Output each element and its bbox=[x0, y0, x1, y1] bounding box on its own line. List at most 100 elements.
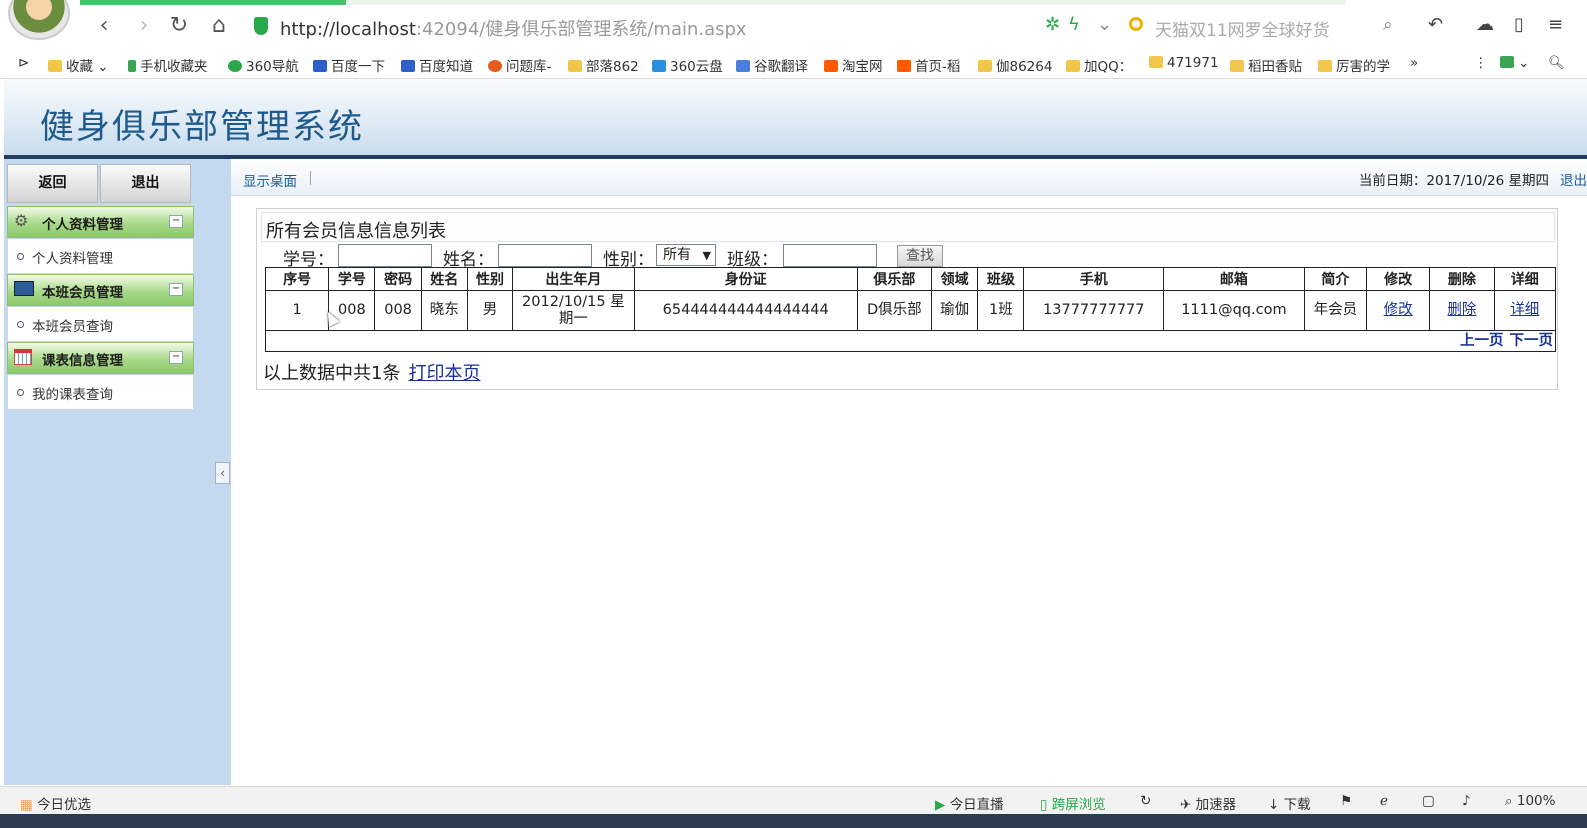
column-header: 序号 bbox=[264, 267, 330, 291]
bookmark-taobao[interactable]: 淘宝网 bbox=[824, 55, 883, 75]
pager: 上一页 下一页 bbox=[265, 330, 1556, 352]
bookmark-folder-1[interactable]: 伽86264 bbox=[978, 55, 1052, 75]
browser-status-bar: ▦ 今日优选 ▶ 今日直播 ▯ 跨屏浏览 ↻ ✈ 加速器 ↓ 下载 ⚑ ℯ ▢ … bbox=[0, 786, 1587, 815]
undo-icon[interactable]: ↶ bbox=[1428, 14, 1443, 35]
bookmark-buluo[interactable]: 部落862 bbox=[568, 55, 639, 75]
bullet-icon bbox=[17, 321, 24, 328]
refresh-icon[interactable]: ↻ bbox=[1140, 793, 1151, 809]
url-path: :42094/健身俱乐部管理系统/main.aspx bbox=[415, 19, 747, 40]
bookmark-folder-3[interactable]: 471971 bbox=[1149, 55, 1219, 71]
downloads[interactable]: ↓ 下载 bbox=[1268, 793, 1311, 813]
column-header: 俱乐部 bbox=[856, 267, 933, 291]
class-input[interactable] bbox=[783, 244, 877, 267]
apps-grid-icon[interactable]: ⌄ bbox=[1500, 55, 1529, 71]
column-header: 领域 bbox=[931, 267, 979, 291]
sidebar-collapse-button[interactable]: ‹ bbox=[215, 462, 230, 484]
sidebar-group-label: 本班会员管理 bbox=[42, 285, 123, 301]
browser-toolbar: ‹ › ↻ ⌂ http://localhost:42094/健身俱乐部管理系统… bbox=[0, 0, 1587, 51]
back-button[interactable]: 返回 bbox=[7, 164, 98, 203]
bookmark-baidu[interactable]: 百度一下 bbox=[313, 55, 385, 75]
exit-button[interactable]: 退出 bbox=[100, 164, 191, 203]
sidebar-toggle-icon[interactable]: ⊳ bbox=[18, 55, 29, 71]
print-page-link[interactable]: 打印本页 bbox=[408, 363, 480, 384]
search-bar[interactable]: 天猫双11网罗全球好货 ⌕ bbox=[1125, 12, 1410, 42]
dropdown-icon[interactable]: ⌄ bbox=[1097, 14, 1112, 35]
search-button[interactable]: 查找 bbox=[897, 245, 943, 267]
collapse-icon[interactable]: − bbox=[169, 351, 183, 364]
search-filters: 学号： 姓名： 性别： 所有 ▼ 班级： 查找 bbox=[263, 243, 1553, 270]
sidebar-item-profile[interactable]: 个人资料管理 bbox=[7, 238, 194, 274]
column-header: 姓名 bbox=[420, 267, 468, 291]
delete-link[interactable]: 删除 bbox=[1447, 302, 1476, 318]
shield-icon bbox=[254, 17, 268, 35]
bookmark-shouye[interactable]: 首页-稻 bbox=[897, 55, 960, 75]
prev-page-link[interactable]: 上一页 bbox=[1460, 333, 1504, 349]
bookmark-folder-4[interactable]: 稻田香贴 bbox=[1230, 55, 1302, 75]
more-vertical-icon[interactable]: ⋮ bbox=[1474, 55, 1488, 71]
name-input[interactable] bbox=[498, 244, 592, 267]
sidebar-item-label: 我的课表查询 bbox=[32, 387, 113, 403]
folder-icon bbox=[568, 60, 582, 72]
sidebar-item-schedule[interactable]: 我的课表查询 bbox=[7, 374, 194, 410]
os-taskbar bbox=[0, 814, 1587, 828]
next-page-link[interactable]: 下一页 bbox=[1510, 333, 1554, 349]
folder-icon bbox=[1230, 60, 1244, 72]
home-icon[interactable]: ⌂ bbox=[205, 12, 233, 40]
bullet-icon bbox=[17, 389, 24, 396]
member-list-panel: 所有会员信息信息列表 学号： 姓名： 性别： 所有 ▼ 班级： 查找 序号 学号 … bbox=[256, 208, 1558, 390]
show-desktop-link[interactable]: 显示桌面 bbox=[243, 170, 297, 190]
collapse-icon[interactable]: − bbox=[169, 215, 183, 228]
taobao-icon bbox=[824, 60, 838, 72]
zoom-level[interactable]: ⌕ 100% bbox=[1505, 793, 1555, 809]
search-icon[interactable]: ⌕ bbox=[1383, 15, 1393, 35]
tablet-icon[interactable]: ▯ bbox=[1514, 14, 1524, 35]
back-arrow-icon[interactable]: ‹ bbox=[90, 12, 118, 40]
cell-index: 1 bbox=[264, 290, 330, 331]
bookmark-folder-5[interactable]: 厉害的学 bbox=[1318, 55, 1390, 75]
bookmark-google-translate[interactable]: 谷歌翻译 bbox=[736, 55, 808, 75]
more-bookmarks-button[interactable]: » bbox=[1410, 55, 1418, 71]
cloud-icon bbox=[652, 60, 666, 72]
user-avatar[interactable] bbox=[8, 0, 70, 40]
download-icon: ↓ bbox=[1268, 797, 1280, 813]
sidebar-item-members[interactable]: 本班会员查询 bbox=[7, 306, 194, 342]
edit-link[interactable]: 修改 bbox=[1384, 302, 1413, 318]
cross-screen[interactable]: ▯ 跨屏浏览 bbox=[1040, 793, 1106, 813]
column-header: 身份证 bbox=[633, 267, 858, 291]
sidebar-group-schedule[interactable]: 课表信息管理 − bbox=[7, 342, 194, 374]
forward-arrow-icon[interactable]: › bbox=[130, 12, 158, 40]
reload-icon[interactable]: ↻ bbox=[165, 12, 193, 40]
sidebar-item-label: 本班会员查询 bbox=[32, 319, 113, 335]
sound-icon[interactable]: ♪ bbox=[1462, 793, 1471, 809]
bookmark-baidu-zhidao[interactable]: 百度知道 bbox=[401, 55, 473, 75]
accelerator[interactable]: ✈ 加速器 bbox=[1180, 793, 1236, 813]
collapse-icon[interactable]: − bbox=[169, 283, 183, 296]
detail-link[interactable]: 详细 bbox=[1510, 302, 1539, 318]
url-host: http://localhost bbox=[280, 19, 416, 40]
extension-icon[interactable]: ✲ bbox=[1045, 14, 1060, 35]
cell-gender: 男 bbox=[466, 290, 514, 331]
menu-icon[interactable]: ≡ bbox=[1548, 14, 1563, 35]
bookmark-wentiku[interactable]: 问题库- bbox=[488, 55, 551, 75]
sidebar-group-members[interactable]: 本班会员管理 − bbox=[7, 274, 194, 306]
bookmark-mobile[interactable]: 手机收藏夹 bbox=[128, 55, 208, 75]
student-no-input[interactable] bbox=[338, 244, 432, 267]
ie-icon[interactable]: ℯ bbox=[1380, 793, 1388, 809]
bookmark-360nav[interactable]: 360导航 bbox=[228, 55, 299, 75]
address-bar[interactable]: http://localhost:42094/健身俱乐部管理系统/main.as… bbox=[246, 12, 1106, 42]
flag-icon[interactable]: ⚑ bbox=[1340, 793, 1352, 809]
cloud-icon[interactable]: ☁ bbox=[1476, 14, 1494, 35]
bookmark-folder-2[interactable]: 加QQ： bbox=[1066, 55, 1132, 75]
today-live[interactable]: ▶ 今日直播 bbox=[935, 793, 1004, 813]
cell-phone: 13777777777 bbox=[1023, 290, 1165, 331]
window-icon[interactable]: ▢ bbox=[1422, 793, 1435, 809]
sidebar-group-profile[interactable]: ⚙ 个人资料管理 − bbox=[7, 206, 194, 238]
bookmark-360yunpan[interactable]: 360云盘 bbox=[652, 55, 723, 75]
logout-link[interactable]: 退出 bbox=[1560, 169, 1587, 189]
lightning-icon[interactable]: ϟ bbox=[1068, 14, 1080, 35]
paw-icon bbox=[313, 60, 327, 72]
gender-select[interactable]: 所有 ▼ bbox=[656, 244, 716, 266]
bookmark-favorites[interactable]: 收藏 ⌄ bbox=[48, 55, 109, 75]
daily-picks[interactable]: ▦ 今日优选 bbox=[20, 793, 91, 813]
zoom-search-icon[interactable]: 🔍︎ bbox=[1548, 55, 1565, 71]
